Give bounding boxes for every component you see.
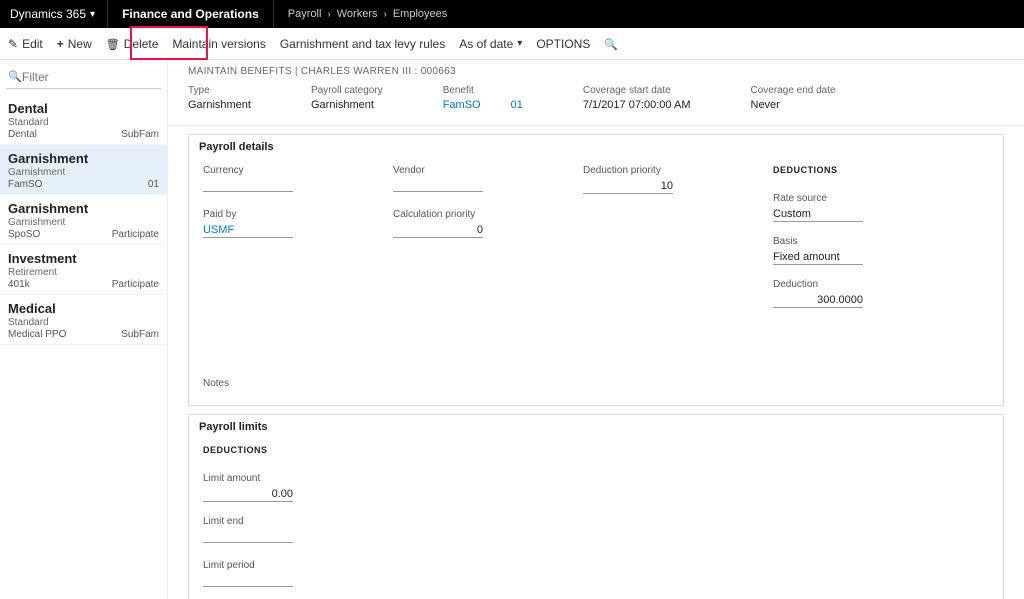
action-toolbar: Edit New Delete Maintain versions Garnis…	[0, 28, 1024, 60]
content-area: MAINTAIN BENEFITS | CHARLES WARREN III :…	[168, 60, 1024, 599]
chevron-right-icon: ›	[327, 9, 330, 20]
deduction-priority-field[interactable]: 10	[583, 180, 673, 194]
calc-priority-field[interactable]: 0	[393, 224, 483, 238]
basis-field[interactable]: Fixed amount	[773, 251, 863, 265]
left-panel: Dental Standard DentalSubFam Garnishment…	[0, 60, 168, 599]
list-item[interactable]: Dental Standard DentalSubFam	[0, 95, 167, 145]
chevron-down-icon: ▾	[90, 9, 95, 20]
pencil-icon	[8, 37, 18, 51]
vendor-field[interactable]	[393, 178, 483, 192]
new-button[interactable]: New	[57, 37, 92, 51]
search-icon	[604, 37, 618, 51]
currency-field[interactable]	[203, 178, 293, 192]
limit-period-field[interactable]	[203, 573, 293, 587]
options-button[interactable]: OPTIONS	[536, 37, 590, 51]
limit-amount-field[interactable]: 0.00	[203, 488, 293, 502]
payroll-limits-section: Payroll limits DEDUCTIONS Limit amount0.…	[188, 414, 1004, 599]
payroll-details-section: Payroll details Currency Paid byUSMF Ven…	[188, 134, 1004, 406]
app-title: Finance and Operations	[108, 0, 274, 28]
garnishment-rules-button[interactable]: Garnishment and tax levy rules	[280, 37, 445, 51]
crumb-1[interactable]: Workers	[337, 8, 378, 20]
list-item[interactable]: Garnishment Garnishment FamSO01	[0, 145, 167, 195]
list-item[interactable]: Medical Standard Medical PPOSubFam	[0, 295, 167, 345]
as-of-date-button[interactable]: As of date ▾	[459, 37, 522, 51]
chevron-down-icon: ▾	[517, 38, 522, 49]
paid-by-field[interactable]: USMF	[203, 224, 293, 238]
filter-input[interactable]	[6, 66, 161, 89]
search-button[interactable]	[604, 37, 618, 51]
crumb-2[interactable]: Employees	[393, 8, 447, 20]
trash-icon	[106, 37, 120, 51]
benefit-list: Dental Standard DentalSubFam Garnishment…	[0, 95, 167, 345]
global-header: Dynamics 365 ▾ Finance and Operations Pa…	[0, 0, 1024, 28]
limit-end-field[interactable]	[203, 529, 293, 543]
list-item[interactable]: Investment Retirement 401kParticipate	[0, 245, 167, 295]
deduction-field[interactable]: 300.0000	[773, 294, 863, 308]
list-item[interactable]: Garnishment Garnishment SpoSOParticipate	[0, 195, 167, 245]
page-title: MAINTAIN BENEFITS | CHARLES WARREN III :…	[168, 60, 1024, 79]
edit-button[interactable]: Edit	[8, 37, 43, 51]
summary-row: TypeGarnishment Payroll categoryGarnishm…	[168, 79, 1024, 126]
rate-source-field[interactable]: Custom	[773, 208, 863, 222]
plus-icon	[57, 37, 64, 51]
delete-button[interactable]: Delete	[106, 37, 159, 51]
search-icon	[8, 70, 22, 83]
brand-label: Dynamics 365	[10, 7, 86, 21]
crumb-0[interactable]: Payroll	[288, 8, 322, 20]
section-header[interactable]: Payroll limits	[189, 415, 1003, 439]
breadcrumb: Payroll › Workers › Employees	[274, 8, 447, 20]
brand-menu[interactable]: Dynamics 365 ▾	[10, 0, 108, 28]
section-header[interactable]: Payroll details	[189, 135, 1003, 159]
maintain-versions-button[interactable]: Maintain versions	[172, 37, 265, 51]
chevron-right-icon: ›	[383, 9, 386, 20]
